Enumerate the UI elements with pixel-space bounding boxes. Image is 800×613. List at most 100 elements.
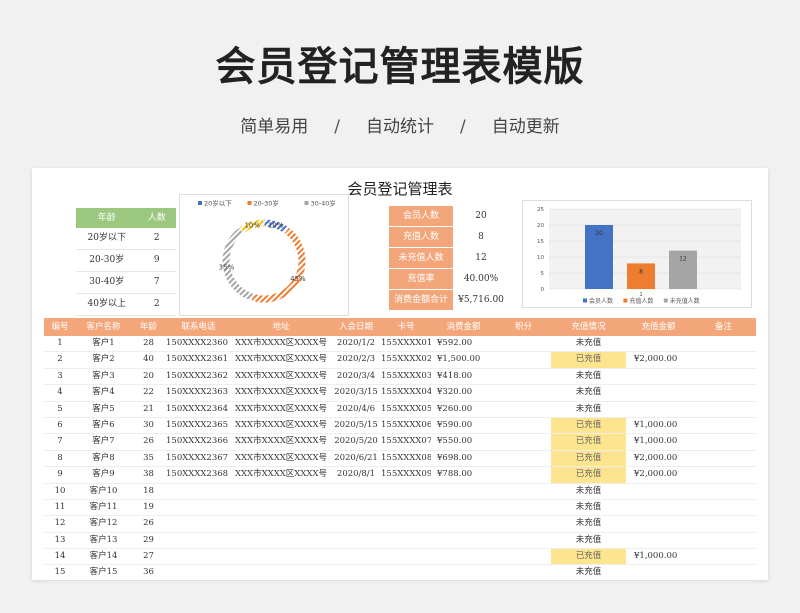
- table-cell[interactable]: 19: [131, 500, 166, 515]
- table-cell[interactable]: XXX市XXXX区XXXX号: [231, 434, 331, 449]
- table-cell[interactable]: 150XXXX2364: [166, 402, 231, 417]
- age-row[interactable]: 40岁以上 2: [76, 294, 176, 316]
- table-cell[interactable]: 13: [44, 533, 76, 548]
- table-cell[interactable]: [691, 418, 756, 433]
- table-cell[interactable]: ¥788.00: [431, 467, 496, 482]
- table-cell[interactable]: [381, 516, 431, 531]
- table-cell[interactable]: 客户1: [76, 336, 131, 351]
- table-cell[interactable]: [691, 336, 756, 351]
- column-header[interactable]: 积分: [496, 318, 551, 336]
- table-cell[interactable]: 2020/5/20: [331, 434, 381, 449]
- table-cell[interactable]: ¥1,500.00: [431, 352, 496, 367]
- table-cell[interactable]: 155XXXX08: [381, 451, 431, 466]
- column-header[interactable]: 联系电话: [166, 318, 231, 336]
- table-cell[interactable]: [691, 565, 756, 580]
- table-cell[interactable]: [496, 549, 551, 564]
- table-cell[interactable]: 5: [44, 402, 76, 417]
- table-cell[interactable]: 客户7: [76, 434, 131, 449]
- table-row[interactable]: 1 客户1 28 150XXXX2360 XXX市XXXX区XXXX号 2020/1/2 1…: [44, 336, 756, 353]
- table-cell[interactable]: 26: [131, 434, 166, 449]
- table-cell[interactable]: [496, 484, 551, 499]
- summary-row[interactable]: 会员人数 20: [389, 206, 509, 227]
- table-cell[interactable]: [691, 533, 756, 548]
- table-cell[interactable]: [166, 549, 231, 564]
- table-cell[interactable]: 2020/1/2: [331, 336, 381, 351]
- table-cell[interactable]: [626, 516, 691, 531]
- table-cell[interactable]: [431, 516, 496, 531]
- table-cell[interactable]: XXX市XXXX区XXXX号: [231, 402, 331, 417]
- table-cell[interactable]: [691, 549, 756, 564]
- table-cell[interactable]: [381, 533, 431, 548]
- table-cell[interactable]: [496, 418, 551, 433]
- table-cell[interactable]: 150XXXX2360: [166, 336, 231, 351]
- table-cell[interactable]: [691, 500, 756, 515]
- table-cell[interactable]: ¥1,000.00: [626, 418, 691, 433]
- table-cell[interactable]: [331, 516, 381, 531]
- table-cell[interactable]: 2020/3/15: [331, 385, 381, 400]
- table-cell[interactable]: [626, 369, 691, 384]
- table-cell[interactable]: 30: [131, 418, 166, 433]
- table-cell[interactable]: 6: [44, 418, 76, 433]
- table-cell[interactable]: [166, 565, 231, 580]
- table-cell[interactable]: 150XXXX2365: [166, 418, 231, 433]
- age-row[interactable]: 30-40岁 7: [76, 272, 176, 294]
- donut-slice[interactable]: [250, 226, 307, 304]
- table-cell[interactable]: [626, 533, 691, 548]
- table-cell[interactable]: 3: [44, 369, 76, 384]
- table-cell[interactable]: 2020/6/21: [331, 451, 381, 466]
- table-row[interactable]: 14 客户14 27 已充值 ¥1,000.00: [44, 549, 756, 566]
- table-cell[interactable]: [166, 533, 231, 548]
- table-cell[interactable]: [166, 484, 231, 499]
- table-cell[interactable]: 4: [44, 385, 76, 400]
- table-cell[interactable]: [496, 500, 551, 515]
- age-row[interactable]: 20岁以下 2: [76, 228, 176, 250]
- table-row[interactable]: 9 客户9 38 150XXXX2368 XXX市XXXX区XXXX号 2020/8/1 1…: [44, 467, 756, 484]
- table-cell[interactable]: 7: [44, 434, 76, 449]
- table-cell[interactable]: 155XXXX09: [381, 467, 431, 482]
- table-cell[interactable]: 客户13: [76, 533, 131, 548]
- table-cell[interactable]: [496, 451, 551, 466]
- table-cell[interactable]: 155XXXX07: [381, 434, 431, 449]
- table-cell[interactable]: XXX市XXXX区XXXX号: [231, 385, 331, 400]
- bar[interactable]: [627, 263, 655, 289]
- table-cell[interactable]: [691, 434, 756, 449]
- table-cell[interactable]: 客户9: [76, 467, 131, 482]
- table-cell[interactable]: [231, 565, 331, 580]
- table-cell[interactable]: ¥1,000.00: [626, 549, 691, 564]
- table-cell[interactable]: 150XXXX2362: [166, 369, 231, 384]
- table-cell[interactable]: 2: [44, 352, 76, 367]
- table-cell[interactable]: 150XXXX2367: [166, 451, 231, 466]
- table-cell[interactable]: 9: [44, 467, 76, 482]
- table-cell[interactable]: 2020/4/6: [331, 402, 381, 417]
- table-cell[interactable]: [691, 451, 756, 466]
- table-cell[interactable]: [231, 500, 331, 515]
- table-cell[interactable]: 8: [44, 451, 76, 466]
- table-cell[interactable]: 2020/5/15: [331, 418, 381, 433]
- table-cell[interactable]: 已充值: [551, 467, 626, 483]
- table-cell[interactable]: 未充值: [551, 402, 626, 417]
- age-donut-chart-panel[interactable]: 20岁以下20-30岁30-40岁40岁以上10%45%35%10%: [179, 194, 396, 316]
- table-cell[interactable]: 29: [131, 533, 166, 548]
- table-cell[interactable]: [496, 565, 551, 580]
- table-cell[interactable]: ¥592.00: [431, 336, 496, 351]
- table-cell[interactable]: 14: [44, 549, 76, 564]
- table-cell[interactable]: [331, 565, 381, 580]
- age-row[interactable]: 20-30岁 9: [76, 250, 176, 272]
- table-cell[interactable]: [691, 402, 756, 417]
- table-cell[interactable]: [431, 565, 496, 580]
- table-cell[interactable]: [166, 516, 231, 531]
- table-cell[interactable]: 155XXXX03: [381, 369, 431, 384]
- table-cell[interactable]: 未充值: [551, 565, 626, 580]
- table-cell[interactable]: [331, 500, 381, 515]
- table-cell[interactable]: 155XXXX05: [381, 402, 431, 417]
- table-row[interactable]: 5 客户5 21 150XXXX2364 XXX市XXXX区XXXX号 2020/4/6 1…: [44, 402, 756, 418]
- table-cell[interactable]: 未充值: [551, 484, 626, 499]
- column-header[interactable]: 入会日期: [331, 318, 381, 336]
- table-cell[interactable]: 客户4: [76, 385, 131, 400]
- table-cell[interactable]: [496, 385, 551, 400]
- table-cell[interactable]: ¥1,000.00: [626, 434, 691, 449]
- summary-row[interactable]: 充值人数 8: [389, 227, 509, 248]
- table-cell[interactable]: ¥698.00: [431, 451, 496, 466]
- table-cell[interactable]: ¥2,000.00: [626, 352, 691, 367]
- table-cell[interactable]: 客户2: [76, 352, 131, 367]
